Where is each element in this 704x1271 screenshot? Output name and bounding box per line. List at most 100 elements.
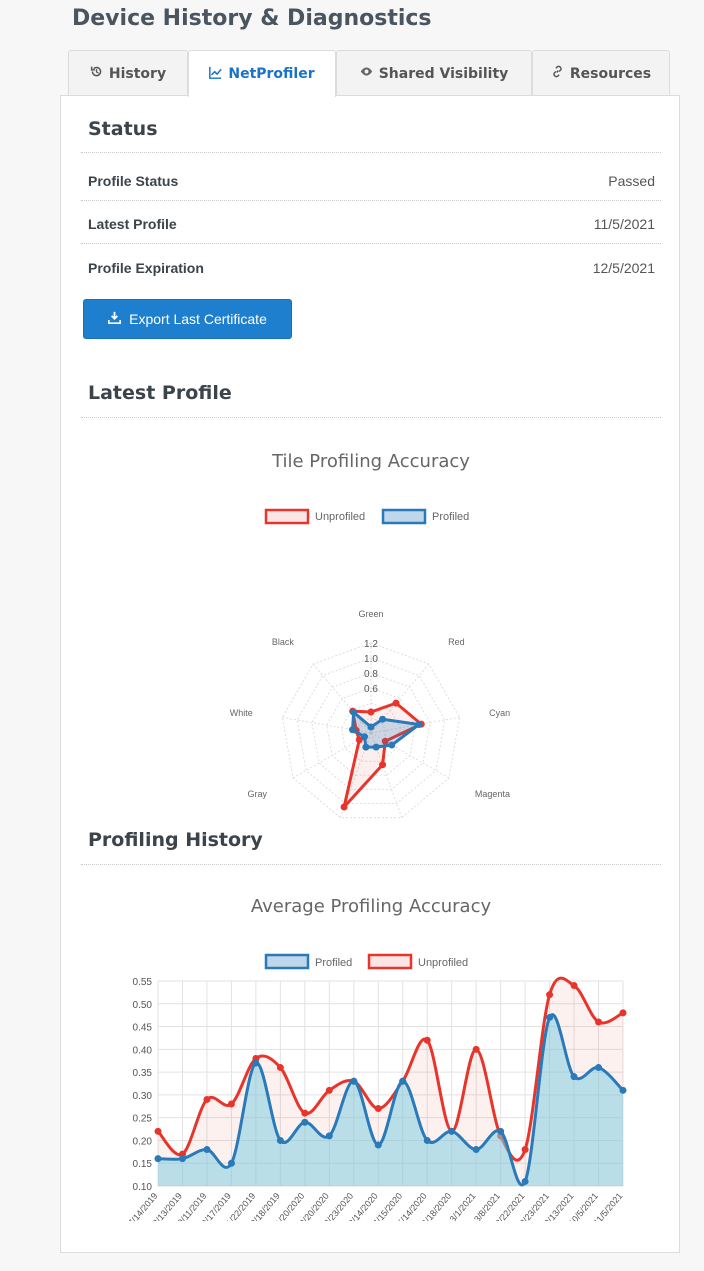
- y-tick-label: 0.20: [133, 1136, 153, 1147]
- export-label: Export Last Certificate: [129, 311, 267, 327]
- data-point: [423, 1136, 431, 1144]
- row-value: 11/5/2021: [593, 216, 655, 232]
- radar-category-label: Gray: [248, 789, 268, 799]
- radar-chart-title: Tile Profiling Accuracy: [272, 451, 470, 472]
- radar-point: [350, 708, 358, 716]
- y-tick-label: 0.50: [133, 1000, 153, 1011]
- tab-history-label: History: [108, 65, 167, 82]
- status-title: Status: [88, 118, 158, 140]
- divider: [81, 417, 661, 418]
- radar-category-label: Green: [358, 609, 383, 619]
- radar-point: [372, 743, 380, 751]
- radar-tick-label: 0.6: [364, 684, 378, 695]
- tab-netprofiler-label: NetProfiler: [228, 66, 315, 82]
- legend-label-profiled: Profiled: [315, 957, 352, 969]
- y-tick-label: 0.35: [133, 1068, 153, 1079]
- tab-history[interactable]: History: [68, 50, 188, 96]
- radar-tick-label: 1.2: [364, 639, 378, 650]
- status-row-profile-expiration: Profile Expiration 12/5/2021: [88, 260, 655, 282]
- tab-shared-visibility-label: Shared Visibility: [378, 65, 509, 82]
- data-point: [301, 1118, 309, 1126]
- divider: [81, 864, 661, 865]
- radar-point: [361, 733, 369, 741]
- data-point: [203, 1146, 211, 1154]
- row-value: Passed: [608, 173, 655, 189]
- radar-chart: Unprofiled Profiled 0.6 0.8 1.0 1.2 Green Red Cy…: [230, 508, 510, 819]
- data-point: [374, 1105, 382, 1113]
- eye-icon: [360, 65, 373, 82]
- y-tick-label: 0.55: [133, 977, 153, 988]
- history-icon: [90, 65, 103, 82]
- legend-swatch-unprofiled: [264, 508, 310, 525]
- legend-label-unprofiled: Unprofiled: [315, 511, 365, 523]
- radar-category-label: Black: [272, 637, 295, 647]
- data-point: [399, 1077, 407, 1085]
- data-point: [570, 1073, 578, 1081]
- data-point: [570, 982, 578, 990]
- data-point: [276, 1136, 284, 1144]
- row-label: Profile Status: [88, 173, 179, 189]
- data-point: [497, 1127, 505, 1135]
- radar-category-label: Magenta: [475, 789, 510, 799]
- download-icon: [108, 311, 122, 327]
- radar-point: [340, 803, 348, 811]
- link-icon: [551, 65, 564, 82]
- data-point: [203, 1095, 211, 1103]
- line-chart: Profiled Unprofiled 0.55 0.50 0.45 0.40 0.35 0.…: [126, 953, 627, 1221]
- data-point: [595, 1018, 603, 1026]
- radar-point: [362, 743, 370, 751]
- radar-category-label: Cyan: [489, 708, 510, 718]
- data-point: [546, 1013, 554, 1021]
- radar-category-label: Red: [448, 637, 465, 647]
- page-title: Device History & Diagnostics: [72, 6, 432, 31]
- y-tick-label: 0.40: [133, 1045, 153, 1056]
- status-row-profile-status: Profile Status Passed: [88, 173, 655, 195]
- legend-swatch-unprofiled: [367, 953, 413, 970]
- radar-tick-label: 1.0: [364, 654, 378, 665]
- radar-point: [367, 723, 375, 731]
- y-tick-label: 0.10: [133, 1182, 153, 1193]
- radar-point: [392, 699, 400, 707]
- line-chart-title: Average Profiling Accuracy: [250, 896, 492, 917]
- radar-point: [379, 715, 387, 723]
- legend-swatch-profiled: [264, 953, 310, 970]
- data-point: [252, 1059, 260, 1067]
- radar-tick-label: 0.8: [364, 669, 378, 680]
- line-chart-icon: [209, 66, 223, 83]
- netprofiler-panel: Status Profile Status Passed Latest Prof…: [60, 95, 680, 1253]
- radar-category-label: White: [230, 708, 253, 718]
- data-point: [448, 1127, 456, 1135]
- data-point: [325, 1132, 333, 1140]
- divider: [81, 152, 661, 153]
- legend-swatch-profiled: [381, 508, 427, 525]
- legend-label-profiled: Profiled: [432, 511, 469, 523]
- data-point: [301, 1109, 309, 1117]
- y-tick-label: 0.15: [133, 1159, 153, 1170]
- data-point: [325, 1086, 333, 1094]
- radar-point: [367, 708, 375, 716]
- radar-point: [349, 726, 357, 734]
- divider: [81, 243, 661, 244]
- export-last-certificate-button[interactable]: Export Last Certificate: [83, 299, 292, 339]
- data-point: [521, 1177, 529, 1185]
- tab-shared-visibility[interactable]: Shared Visibility: [336, 50, 532, 96]
- data-point: [227, 1159, 235, 1167]
- y-tick-label: 0.45: [133, 1023, 153, 1034]
- data-point: [227, 1100, 235, 1108]
- data-point: [178, 1155, 186, 1163]
- tab-netprofiler[interactable]: NetProfiler: [188, 50, 336, 97]
- data-point: [154, 1127, 162, 1135]
- data-point: [546, 991, 554, 999]
- radar-point: [379, 761, 387, 769]
- row-value: 12/5/2021: [592, 260, 655, 276]
- data-point: [423, 1036, 431, 1044]
- data-point: [154, 1155, 162, 1163]
- data-point: [472, 1146, 480, 1154]
- profiling-history-title: Profiling History: [88, 829, 263, 851]
- data-point: [521, 1146, 529, 1154]
- status-row-latest-profile: Latest Profile 11/5/2021: [88, 216, 655, 238]
- tab-resources[interactable]: Resources: [532, 50, 670, 96]
- radar-point: [388, 741, 396, 749]
- page: Device History & Diagnostics History Net…: [0, 0, 704, 1271]
- latest-profile-title: Latest Profile: [88, 382, 232, 404]
